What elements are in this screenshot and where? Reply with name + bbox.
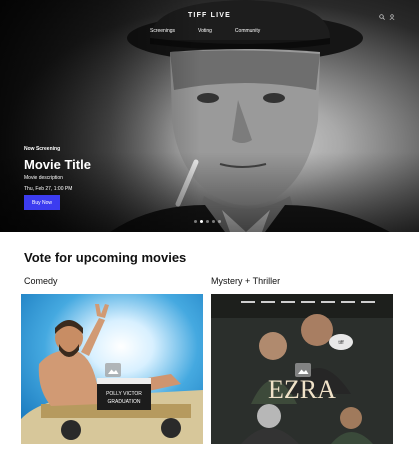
carousel-dot[interactable] xyxy=(218,220,221,223)
carousel-dot[interactable] xyxy=(194,220,197,223)
hero-banner[interactable]: TIFF LIVE Screenings Voting Community No… xyxy=(0,0,419,232)
nav-link-community[interactable]: Community xyxy=(235,28,260,34)
brand-logo[interactable]: TIFF LIVE xyxy=(0,12,419,19)
vote-section-heading: Vote for upcoming movies xyxy=(24,250,187,265)
category-label-mystery-thriller: Mystery + Thriller xyxy=(211,276,281,286)
search-icon[interactable] xyxy=(379,14,385,20)
buy-now-button[interactable]: Buy Now xyxy=(24,195,60,210)
poster-title-text: EZRA xyxy=(268,375,336,404)
image-placeholder-icon xyxy=(105,363,121,377)
carousel-dot-active[interactable] xyxy=(200,220,203,223)
carousel-dots xyxy=(194,220,221,223)
hero-movie-title: Movie Title xyxy=(24,157,91,172)
hero-movie-description: Movie description xyxy=(24,175,63,181)
carousel-dot[interactable] xyxy=(206,220,209,223)
mystery-thriller-movie-poster[interactable]: tiff EZRA xyxy=(211,294,393,444)
hero-eyebrow: Now Screening xyxy=(24,146,61,152)
hero-info: Now Screening Movie Title Movie descript… xyxy=(24,146,91,192)
main-nav: Screenings Voting Community xyxy=(150,28,260,34)
image-placeholder-icon xyxy=(295,363,311,377)
nav-icons xyxy=(379,14,395,20)
poster-text-line1: POLLY VICTOR xyxy=(106,391,142,397)
category-label-comedy: Comedy xyxy=(24,276,58,286)
poster-text-line2: GRADUATION xyxy=(108,399,141,405)
poster-badge-text: tiff xyxy=(338,340,344,346)
comedy-movie-poster[interactable]: POLLY VICTOR GRADUATION xyxy=(21,294,203,444)
carousel-dot[interactable] xyxy=(212,220,215,223)
nav-link-voting[interactable]: Voting xyxy=(198,28,212,34)
page: TIFF LIVE Screenings Voting Community No… xyxy=(0,0,419,463)
nav-link-screenings[interactable]: Screenings xyxy=(150,28,175,34)
user-icon[interactable] xyxy=(389,14,395,20)
hero-datetime: Thu, Feb 27, 1:00 PM xyxy=(24,186,73,192)
